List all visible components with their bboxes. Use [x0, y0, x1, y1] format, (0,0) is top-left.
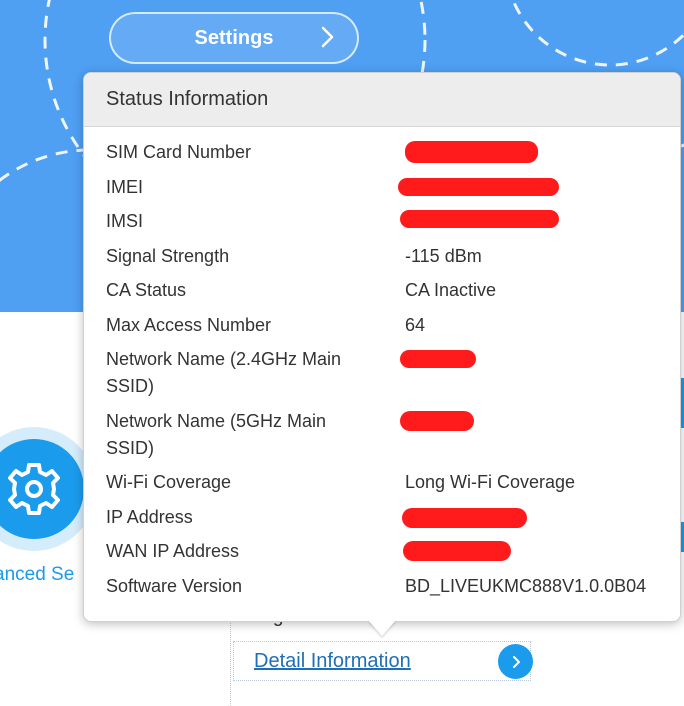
row-label-imei: IMEI [106, 177, 144, 197]
popup-title: Status Information [84, 73, 680, 127]
detail-arrow-button[interactable] [498, 644, 533, 679]
redaction-mark [400, 411, 474, 431]
redaction-mark [400, 350, 476, 368]
row-label-ip-address: IP Address [106, 507, 193, 527]
settings-button-label: Settings [194, 26, 274, 49]
row-label-ssid-5ghz: Network Name (5GHz Main SSID) [106, 411, 327, 458]
row-value-software-version: BD_LIVEUKMC888V1.0.0B04 [405, 576, 647, 596]
redaction-mark [398, 178, 559, 196]
advanced-settings-tile[interactable] [0, 427, 96, 551]
row-label-sim-card: SIM Card Number [106, 142, 252, 162]
row-label-ssid-24ghz: Network Name (2.4GHz Main SSID) [106, 349, 342, 396]
advanced-settings-label[interactable]: anced Se [0, 564, 74, 586]
chevron-right-icon [321, 26, 334, 48]
row-label-max-access: Max Access Number [106, 315, 272, 335]
row-label-software-version: Software Version [106, 576, 243, 596]
card-border [230, 620, 231, 706]
row-label-imsi: IMSI [106, 211, 144, 231]
settings-button[interactable]: Settings [109, 12, 359, 64]
redaction-mark [405, 141, 538, 163]
row-label-wan-ip: WAN IP Address [106, 541, 240, 561]
popup-pointer [368, 620, 396, 636]
row-value-max-access: 64 [405, 315, 426, 335]
row-value-wifi-coverage: Long Wi-Fi Coverage [405, 472, 576, 492]
row-label-signal-strength: Signal Strength [106, 246, 230, 266]
detail-information-link[interactable]: Detail Information [254, 650, 411, 673]
gear-icon [0, 439, 84, 539]
redaction-mark [402, 508, 527, 528]
row-label-wifi-coverage: Wi-Fi Coverage [106, 472, 232, 492]
redaction-mark [400, 210, 559, 228]
row-value-signal-strength: -115 dBm [405, 246, 482, 266]
chevron-right-icon [512, 655, 520, 668]
row-label-ca-status: CA Status [106, 280, 187, 300]
redaction-mark [403, 541, 511, 561]
row-value-ca-status: CA Inactive [405, 280, 497, 300]
